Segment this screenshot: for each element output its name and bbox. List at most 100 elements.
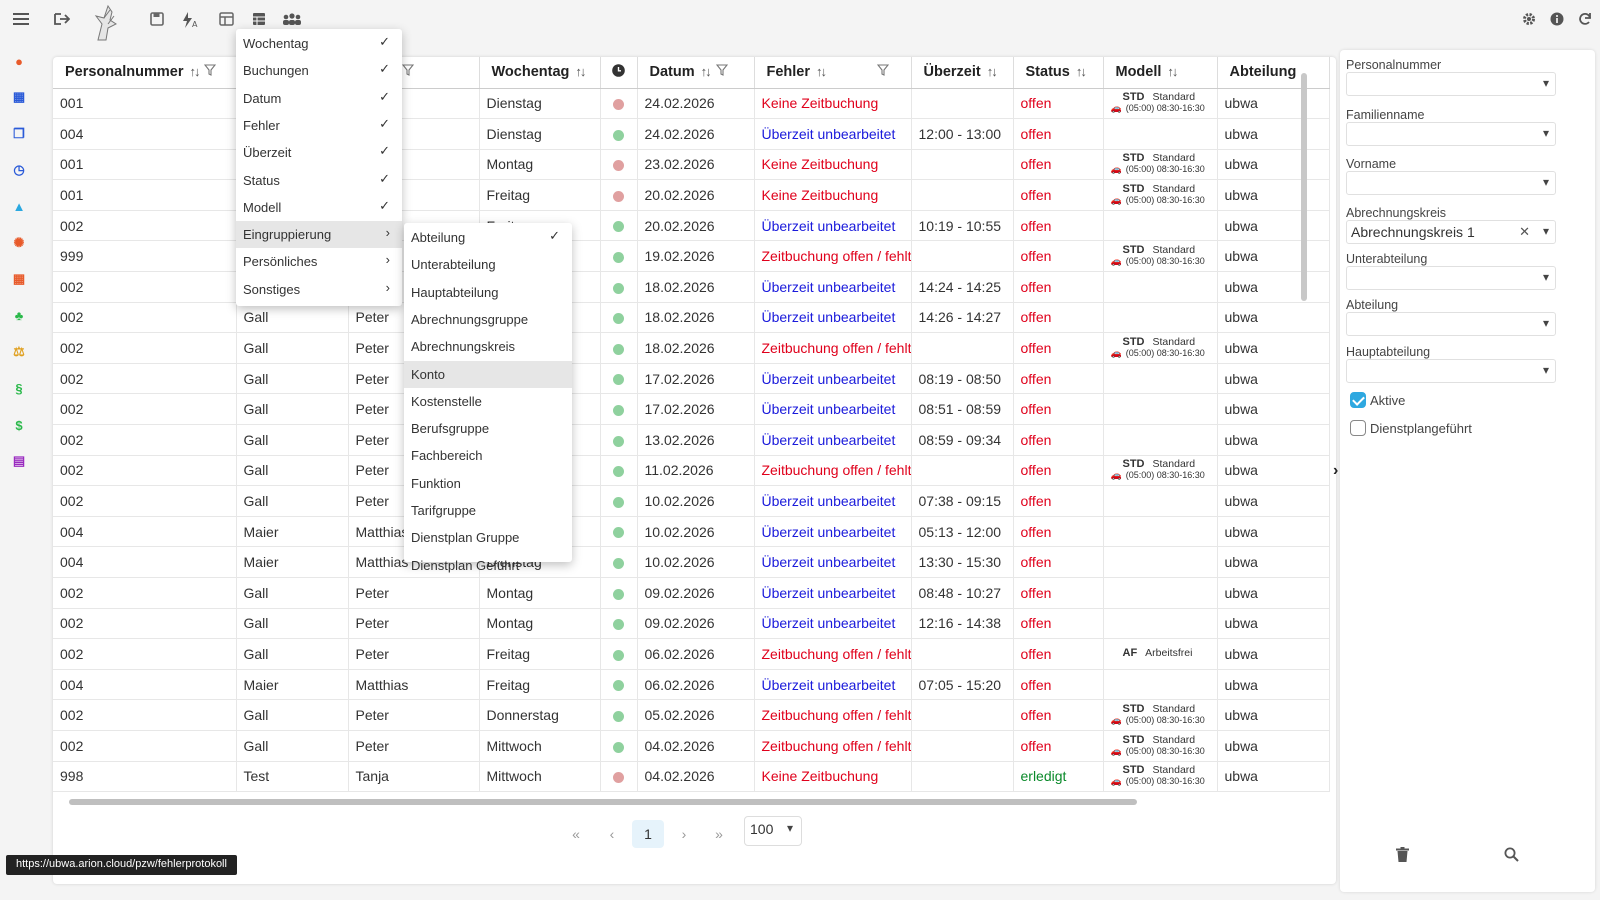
menu-item-dienstplan-gruppe[interactable]: Dienstplan Gruppe	[404, 524, 572, 551]
cell-fehler[interactable]: Zeitbuchung offen / fehlt	[754, 730, 912, 762]
table-row[interactable]: 002 Gall Peter 18.02.2026 Überzeit unbearbei…	[53, 302, 1330, 334]
sort-icon[interactable]: ↑↓	[1076, 64, 1087, 79]
menu-item-fachbereich[interactable]: Fachbereich	[404, 442, 572, 469]
menu-item-funktion[interactable]: Funktion	[404, 470, 572, 497]
checkbox-aktive[interactable]	[1350, 392, 1366, 408]
column-header-8[interactable]: Status ↑↓	[1013, 57, 1104, 89]
table-row[interactable]: 002 Gall Peter 17.02.2026 Überzeit unbearbei…	[53, 363, 1330, 395]
clock-status-icon[interactable]	[613, 558, 624, 569]
clock-status-icon[interactable]	[613, 496, 624, 508]
cell-fehler[interactable]: Überzeit unbearbeitet	[754, 118, 912, 150]
menu-item-tarifgruppe[interactable]: Tarifgruppe	[404, 497, 572, 524]
layout-icon[interactable]	[216, 12, 236, 32]
gear-icon[interactable]: ✺	[9, 233, 29, 253]
previous-page-button[interactable]: ‹	[598, 820, 626, 848]
table-row[interactable]: 002 Gall Peter Donnerstag 05.02.2026 Zeitbuch…	[53, 699, 1330, 731]
sort-icon[interactable]: ↑↓	[575, 64, 586, 79]
filter-icon[interactable]	[715, 64, 728, 79]
cell-fehler[interactable]: Überzeit unbearbeitet	[754, 210, 912, 242]
current-page-button[interactable]: 1	[632, 820, 664, 848]
menu-item-persönliches[interactable]: Persönliches ›	[236, 248, 402, 275]
clock-status-icon[interactable]	[613, 190, 624, 202]
cell-fehler[interactable]: Überzeit unbearbeitet	[754, 608, 912, 640]
clock-status-icon[interactable]	[613, 772, 624, 784]
next-page-button[interactable]: ›	[670, 820, 698, 848]
clock-status-icon[interactable]	[613, 435, 624, 447]
grid-icon[interactable]: ▦	[9, 269, 29, 289]
menu-item-buchungen[interactable]: Buchungen ✓	[236, 57, 402, 84]
menu-item-abrechnungskreis[interactable]: Abrechnungskreis	[404, 333, 572, 360]
menu-item-unterabteilung[interactable]: Unterabteilung	[404, 251, 572, 278]
cell-fehler[interactable]: Überzeit unbearbeitet	[754, 669, 912, 701]
clock-status-icon[interactable]	[613, 282, 624, 294]
hierarchy-icon[interactable]: ♣	[9, 306, 29, 326]
menu-item-abrechnungsgruppe[interactable]: Abrechnungsgruppe	[404, 306, 572, 333]
clock-status-icon[interactable]	[613, 680, 624, 692]
clock-status-icon[interactable]	[613, 374, 624, 386]
filter-icon[interactable]	[204, 64, 217, 79]
paragraph-icon[interactable]: §	[9, 379, 29, 399]
cell-fehler[interactable]: Überzeit unbearbeitet	[754, 546, 912, 578]
table-row[interactable]: 998 Test Tanja Mittwoch 04.02.2026 Keine Zeit…	[53, 761, 1330, 793]
menu-item-wochentag[interactable]: Wochentag ✓	[236, 30, 402, 57]
menu-item-sonstiges[interactable]: Sonstiges ›	[236, 276, 402, 303]
clock-status-icon[interactable]	[613, 221, 624, 233]
column-header-6[interactable]: Fehler ↑↓	[754, 57, 912, 89]
clock-status-icon[interactable]	[613, 129, 624, 141]
filter-select-hauptabteilung[interactable]: ▾	[1346, 359, 1556, 383]
menu-item-dienstplan-geführt[interactable]: Dienstplan Geführt	[404, 552, 572, 579]
table-row[interactable]: 002 Gall Peter 17.02.2026 Überzeit unbearbei…	[53, 393, 1330, 426]
menu-icon[interactable]	[11, 12, 31, 32]
copy-icon[interactable]: ❐	[9, 124, 29, 144]
vertical-scrollbar[interactable]	[1300, 61, 1308, 811]
column-header-7[interactable]: Überzeit ↑↓	[911, 57, 1014, 89]
save-icon[interactable]	[147, 12, 167, 32]
checkbox-dienstplangeführt[interactable]	[1350, 420, 1366, 436]
lightning-a-icon[interactable]: A	[180, 12, 200, 32]
cell-fehler[interactable]: Zeitbuchung offen / fehlt	[754, 240, 912, 273]
table-row[interactable]: 002 Gall Peter 13.02.2026 Überzeit unbearbei…	[53, 424, 1330, 456]
vertical-scrollbar-thumb[interactable]	[1301, 73, 1307, 301]
palette-icon[interactable]: ●	[9, 51, 29, 71]
cell-fehler[interactable]: Keine Zeitbuchung	[754, 88, 912, 120]
cell-fehler[interactable]: Zeitbuchung offen / fehlt	[754, 332, 912, 364]
cell-fehler[interactable]: Überzeit unbearbeitet	[754, 271, 912, 303]
clock-status-icon[interactable]	[613, 99, 624, 111]
cell-fehler[interactable]: Zeitbuchung offen / fehlt	[754, 455, 912, 487]
info-icon[interactable]	[1547, 12, 1567, 32]
sort-icon[interactable]: ↑↓	[701, 64, 712, 79]
clock-status-icon[interactable]	[613, 741, 624, 753]
filter-select-familienname[interactable]: ▾	[1346, 122, 1556, 146]
document-icon[interactable]: ▤	[9, 451, 29, 471]
cell-fehler[interactable]: Keine Zeitbuchung	[754, 149, 912, 181]
clock-status-icon[interactable]	[613, 527, 624, 539]
sort-icon[interactable]: ↑↓	[816, 64, 827, 79]
clock-status-icon[interactable]	[613, 313, 624, 325]
warning-icon[interactable]: ▲	[9, 197, 29, 217]
trash-icon[interactable]	[1396, 847, 1410, 863]
last-page-button[interactable]: »	[705, 820, 733, 848]
column-header-10[interactable]: Abteilung	[1217, 57, 1330, 89]
table-row[interactable]: 002 Gall Peter Montag 09.02.2026 Überzeit unb…	[53, 608, 1330, 640]
cell-fehler[interactable]: Überzeit unbearbeitet	[754, 393, 912, 426]
clock-status-icon[interactable]	[613, 160, 624, 172]
table-row[interactable]: 004 Maier Matthias 10.02.2026 Überzeit unbea…	[53, 516, 1330, 548]
horizontal-scrollbar[interactable]	[57, 797, 1297, 807]
clock-status-icon[interactable]	[613, 405, 624, 417]
column-header-5[interactable]: Datum ↑↓	[637, 57, 755, 89]
table-row[interactable]: 002 Gall Peter 10.02.2026 Überzeit unbearbei…	[53, 485, 1330, 517]
menu-item-fehler[interactable]: Fehler ✓	[236, 112, 402, 139]
table-row[interactable]: 002 Gall Peter 11.02.2026 Zeitbuchung offen …	[53, 455, 1330, 487]
menu-item-status[interactable]: Status ✓	[236, 167, 402, 194]
menu-item-berufsgruppe[interactable]: Berufsgruppe	[404, 415, 572, 442]
column-header-9[interactable]: Modell ↑↓	[1103, 57, 1218, 89]
calendar-icon[interactable]: ▦	[9, 87, 29, 107]
menu-item-kostenstelle[interactable]: Kostenstelle	[404, 388, 572, 415]
filter-select-vorname[interactable]: ▾	[1346, 171, 1556, 195]
clock-status-icon[interactable]	[613, 710, 624, 722]
table-row[interactable]: 004 Maier Matthias Freitag 06.02.2026 Überzei…	[53, 669, 1330, 701]
filter-select-personalnummer[interactable]: ▾	[1346, 72, 1556, 96]
menu-item-hauptabteilung[interactable]: Hauptabteilung	[404, 279, 572, 306]
sort-icon[interactable]: ↑↓	[1167, 64, 1178, 79]
dollar-book-icon[interactable]: $	[9, 415, 29, 435]
